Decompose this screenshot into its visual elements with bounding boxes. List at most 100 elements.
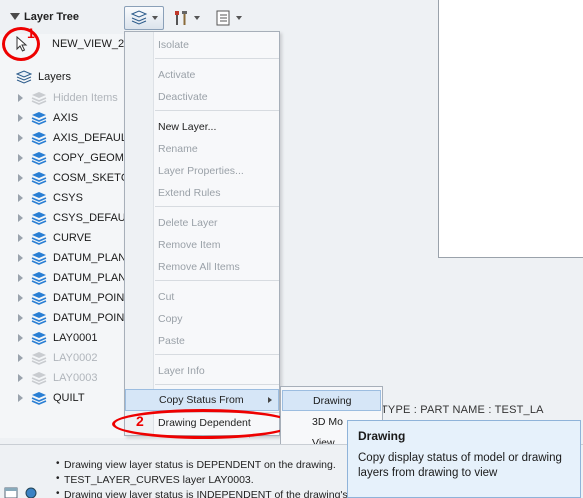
show-settings-button[interactable] — [210, 6, 246, 30]
layer-icon — [31, 112, 47, 125]
tools-menu-button[interactable] — [168, 6, 204, 30]
expand-arrow-icon[interactable] — [18, 374, 23, 382]
layer-icon — [31, 92, 47, 105]
tree-item-label: CSYS — [53, 192, 83, 204]
tree-item-label: DATUM_PLAN — [53, 272, 127, 284]
menu-item-layer-info[interactable]: Layer Info — [125, 361, 279, 381]
globe-icon[interactable] — [24, 487, 38, 498]
tree-item[interactable]: COSM_SKETC — [18, 169, 129, 187]
expand-arrow-icon[interactable] — [18, 154, 23, 162]
tree-item[interactable]: QUILT — [18, 389, 85, 407]
menu-item-delete-layer[interactable]: Delete Layer — [125, 213, 279, 233]
tooltip-body: Copy display status of model or drawing … — [358, 452, 562, 479]
tree-item-label: DATUM_POINT — [53, 292, 132, 304]
expand-arrow-icon[interactable] — [18, 274, 23, 282]
menu-item-activate[interactable]: Activate — [125, 65, 279, 85]
layer-icon — [31, 372, 47, 385]
menu-item-new-layer[interactable]: New Layer... — [125, 117, 279, 137]
layer-tree-title: Layer Tree — [24, 11, 80, 23]
layer-icon — [31, 192, 47, 205]
menu-item-cut[interactable]: Cut — [125, 287, 279, 307]
window-icon[interactable] — [4, 487, 18, 498]
tree-item-label: LAY0002 — [53, 352, 98, 364]
tree-item-label: COPY_GEOM — [53, 152, 124, 164]
expand-arrow-icon[interactable] — [18, 334, 23, 342]
message-line: Drawing view layer status is DEPENDENT o… — [56, 458, 336, 471]
tree-item-label: LAY0003 — [53, 372, 98, 384]
tree-item[interactable]: CURVE — [18, 229, 91, 247]
tree-item[interactable]: Hidden Items — [18, 89, 118, 107]
menu-item-layer-properties[interactable]: Layer Properties... — [125, 161, 279, 181]
expand-arrow-icon[interactable] — [18, 314, 23, 322]
tree-item-label: COSM_SKETC — [53, 172, 129, 184]
tree-item[interactable]: CSYS — [18, 189, 83, 207]
expand-arrow-icon[interactable] — [18, 174, 23, 182]
tree-item[interactable]: LAY0002 — [18, 349, 97, 367]
tools-icon — [175, 11, 187, 25]
menu-item-remove-all-items[interactable]: Remove All Items — [125, 257, 279, 277]
tree-item[interactable]: CSYS_DEFAU — [18, 209, 126, 227]
tree-item-label: AXIS — [53, 112, 79, 124]
tree-item-label: QUILT — [53, 392, 85, 404]
tree-item[interactable]: DATUM_PLAN — [18, 249, 126, 267]
tree-item[interactable]: LAY0003 — [18, 369, 97, 387]
tree-item-label: DATUM_POINT — [53, 312, 132, 324]
layer-icon — [31, 172, 47, 185]
graphics-canvas[interactable] — [438, 0, 583, 258]
layer-tree-header: Layer Tree — [0, 0, 250, 34]
tree-item[interactable]: AXIS_DEFAUL — [18, 129, 127, 147]
tree-item-label: CSYS_DEFAU — [53, 212, 126, 224]
layers-root-node[interactable]: Layers — [16, 69, 71, 85]
submenu-item-drawing[interactable]: Drawing — [282, 390, 381, 411]
tree-item-label: CURVE — [53, 232, 92, 244]
chevron-down-icon — [194, 16, 200, 20]
tooltip-title: Drawing — [358, 429, 406, 443]
tree-item-label: AXIS_DEFAUL — [53, 132, 127, 144]
submenu-arrow-icon — [268, 397, 272, 403]
menu-item-copy[interactable]: Copy — [125, 309, 279, 329]
menu-item-copy-status-from[interactable]: Copy Status From — [125, 389, 279, 411]
layer-icon — [31, 232, 47, 245]
menu-divider — [155, 354, 279, 355]
annotation-number-2: 2 — [136, 413, 144, 429]
expand-arrow-icon[interactable] — [18, 214, 23, 222]
expand-arrow-icon[interactable] — [18, 254, 23, 262]
expand-arrow-icon[interactable] — [18, 294, 23, 302]
tree-item[interactable]: DATUM_PLAN — [18, 269, 126, 287]
layers-icon — [130, 10, 148, 25]
tree-item-label: DATUM_PLAN — [53, 252, 127, 264]
menu-item-deactivate[interactable]: Deactivate — [125, 87, 279, 107]
layer-icon — [31, 252, 47, 265]
layers-root-label: Layers — [38, 71, 72, 83]
tree-item[interactable]: DATUM_POINT — [18, 309, 131, 327]
layer-menu-button[interactable] — [124, 6, 164, 30]
annotation-number-1: 1 — [27, 25, 35, 41]
tree-item[interactable]: LAY0001 — [18, 329, 97, 347]
message-line: TEST_LAYER_CURVES layer LAY0003. — [56, 473, 254, 486]
expand-arrow-icon[interactable] — [18, 194, 23, 202]
menu-item-rename[interactable]: Rename — [125, 139, 279, 159]
view-name: NEW_VIEW_2 — [52, 38, 125, 50]
tree-item[interactable]: COPY_GEOM — [18, 149, 124, 167]
expand-arrow-icon[interactable] — [18, 354, 23, 362]
tree-item[interactable]: DATUM_POINT — [18, 289, 131, 307]
menu-item-extend-rules[interactable]: Extend Rules — [125, 183, 279, 203]
tree-item-label: LAY0001 — [53, 332, 98, 344]
layers-icon — [16, 70, 32, 84]
menu-item-copy-status-from-label: Copy Status From — [159, 394, 244, 406]
layer-icon — [31, 292, 47, 305]
expand-arrow-icon[interactable] — [18, 94, 23, 102]
expand-arrow-icon[interactable] — [18, 234, 23, 242]
status-bar-icons — [4, 487, 38, 498]
expand-arrow-icon[interactable] — [18, 394, 23, 402]
expand-arrow-icon[interactable] — [18, 134, 23, 142]
menu-item-remove-item[interactable]: Remove Item — [125, 235, 279, 255]
tree-item[interactable]: AXIS — [18, 109, 78, 127]
collapse-arrow-icon[interactable] — [10, 13, 20, 20]
list-settings-icon — [216, 10, 230, 26]
layer-icon — [31, 352, 47, 365]
expand-arrow-icon[interactable] — [18, 114, 23, 122]
menu-item-paste[interactable]: Paste — [125, 331, 279, 351]
drawing-tooltip: Drawing Copy display status of model or … — [347, 420, 581, 498]
menu-item-isolate[interactable]: Isolate — [125, 35, 279, 55]
